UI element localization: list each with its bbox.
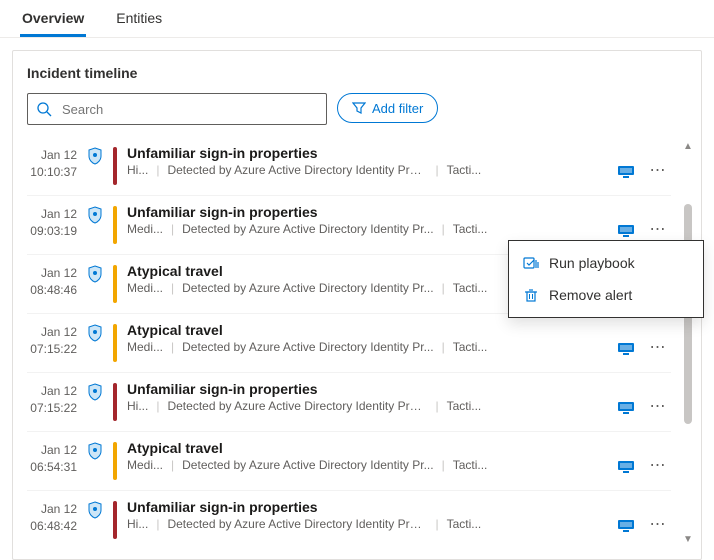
alert-title: Unfamiliar sign-in properties xyxy=(127,204,607,220)
severity-bar xyxy=(113,206,117,244)
detected-by: Detected by Azure Active Directory Ident… xyxy=(167,517,427,531)
shield-icon xyxy=(87,501,103,519)
row-actions-button[interactable]: ⋯ xyxy=(645,336,671,358)
row-actions-button[interactable]: ⋯ xyxy=(645,159,671,181)
monitor-icon xyxy=(617,460,635,474)
shield-icon xyxy=(87,206,103,224)
timestamp: Jan 12 06:48:42 xyxy=(27,499,77,535)
tactic-text: Tacti... xyxy=(447,517,482,531)
monitor-icon xyxy=(617,401,635,415)
timestamp: Jan 12 07:15:22 xyxy=(27,322,77,358)
tactic-text: Tacti... xyxy=(453,222,488,236)
monitor-icon xyxy=(617,165,635,179)
severity-bar xyxy=(113,442,117,480)
timestamp: Jan 12 07:15:22 xyxy=(27,381,77,417)
detected-by: Detected by Azure Active Directory Ident… xyxy=(182,340,433,354)
row-actions-button[interactable]: ⋯ xyxy=(645,218,671,240)
scroll-up-icon[interactable]: ▲ xyxy=(681,139,695,154)
trash-icon xyxy=(523,287,539,303)
add-filter-label: Add filter xyxy=(372,101,423,116)
detected-by: Detected by Azure Active Directory Ident… xyxy=(182,222,433,236)
severity-bar xyxy=(113,324,117,362)
timeline-row[interactable]: Jan 12 06:54:31 Atypical travel Medi... … xyxy=(27,431,671,490)
playbook-icon xyxy=(523,255,539,271)
add-filter-button[interactable]: Add filter xyxy=(337,93,438,123)
menu-run-playbook-label: Run playbook xyxy=(549,255,635,271)
severity-text: Medi... xyxy=(127,340,163,354)
search-box[interactable] xyxy=(27,93,327,125)
shield-icon xyxy=(87,383,103,401)
severity-bar xyxy=(113,383,117,421)
alert-title: Unfamiliar sign-in properties xyxy=(127,499,607,515)
row-actions-button[interactable]: ⋯ xyxy=(645,454,671,476)
tab-entities[interactable]: Entities xyxy=(114,0,164,37)
tactic-text: Tacti... xyxy=(453,281,488,295)
timeline-row[interactable]: Jan 12 06:48:42 Unfamiliar sign-in prope… xyxy=(27,490,671,549)
timeline-list: Jan 12 10:10:37 Unfamiliar sign-in prope… xyxy=(27,137,681,549)
detected-by: Detected by Azure Active Directory Ident… xyxy=(167,163,427,177)
timeline-row[interactable]: Jan 12 07:15:22 Atypical travel Medi... … xyxy=(27,313,671,372)
menu-run-playbook[interactable]: Run playbook xyxy=(509,247,703,279)
search-icon xyxy=(36,101,52,117)
shield-icon xyxy=(87,324,103,342)
severity-text: Hi... xyxy=(127,517,148,531)
timestamp: Jan 12 08:48:46 xyxy=(27,263,77,299)
detected-by: Detected by Azure Active Directory Ident… xyxy=(167,399,427,413)
alert-title: Unfamiliar sign-in properties xyxy=(127,145,607,161)
tactic-text: Tacti... xyxy=(453,458,488,472)
filter-icon xyxy=(352,101,366,115)
alert-title: Unfamiliar sign-in properties xyxy=(127,381,607,397)
row-actions-button[interactable]: ⋯ xyxy=(645,395,671,417)
alert-title: Atypical travel xyxy=(127,322,607,338)
shield-icon xyxy=(87,147,103,165)
severity-text: Medi... xyxy=(127,281,163,295)
monitor-icon xyxy=(617,519,635,533)
severity-bar xyxy=(113,265,117,303)
panel-title: Incident timeline xyxy=(27,65,695,81)
monitor-icon xyxy=(617,342,635,356)
timestamp: Jan 12 10:10:37 xyxy=(27,145,77,181)
severity-bar xyxy=(113,147,117,185)
tactic-text: Tacti... xyxy=(447,399,482,413)
search-input[interactable] xyxy=(60,101,318,118)
timestamp: Jan 12 09:03:19 xyxy=(27,204,77,240)
severity-text: Hi... xyxy=(127,163,148,177)
scroll-down-icon[interactable]: ▼ xyxy=(681,532,695,547)
tab-overview[interactable]: Overview xyxy=(20,0,86,37)
tactic-text: Tacti... xyxy=(453,340,488,354)
menu-remove-alert[interactable]: Remove alert xyxy=(509,279,703,311)
row-actions-button[interactable]: ⋯ xyxy=(645,513,671,535)
tactic-text: Tacti... xyxy=(447,163,482,177)
severity-bar xyxy=(113,501,117,539)
detected-by: Detected by Azure Active Directory Ident… xyxy=(182,281,433,295)
detected-by: Detected by Azure Active Directory Ident… xyxy=(182,458,433,472)
alert-context-menu: Run playbook Remove alert xyxy=(508,240,704,318)
timeline-row[interactable]: Jan 12 07:15:22 Unfamiliar sign-in prope… xyxy=(27,372,671,431)
scrollbar[interactable]: ▲ ▼ xyxy=(681,137,695,549)
severity-text: Medi... xyxy=(127,222,163,236)
menu-remove-alert-label: Remove alert xyxy=(549,287,632,303)
shield-icon xyxy=(87,265,103,283)
severity-text: Medi... xyxy=(127,458,163,472)
tab-bar: Overview Entities xyxy=(0,0,714,38)
alert-title: Atypical travel xyxy=(127,440,607,456)
timeline-row[interactable]: Jan 12 10:10:37 Unfamiliar sign-in prope… xyxy=(27,137,671,195)
timestamp: Jan 12 06:54:31 xyxy=(27,440,77,476)
severity-text: Hi... xyxy=(127,399,148,413)
shield-icon xyxy=(87,442,103,460)
monitor-icon xyxy=(617,224,635,238)
